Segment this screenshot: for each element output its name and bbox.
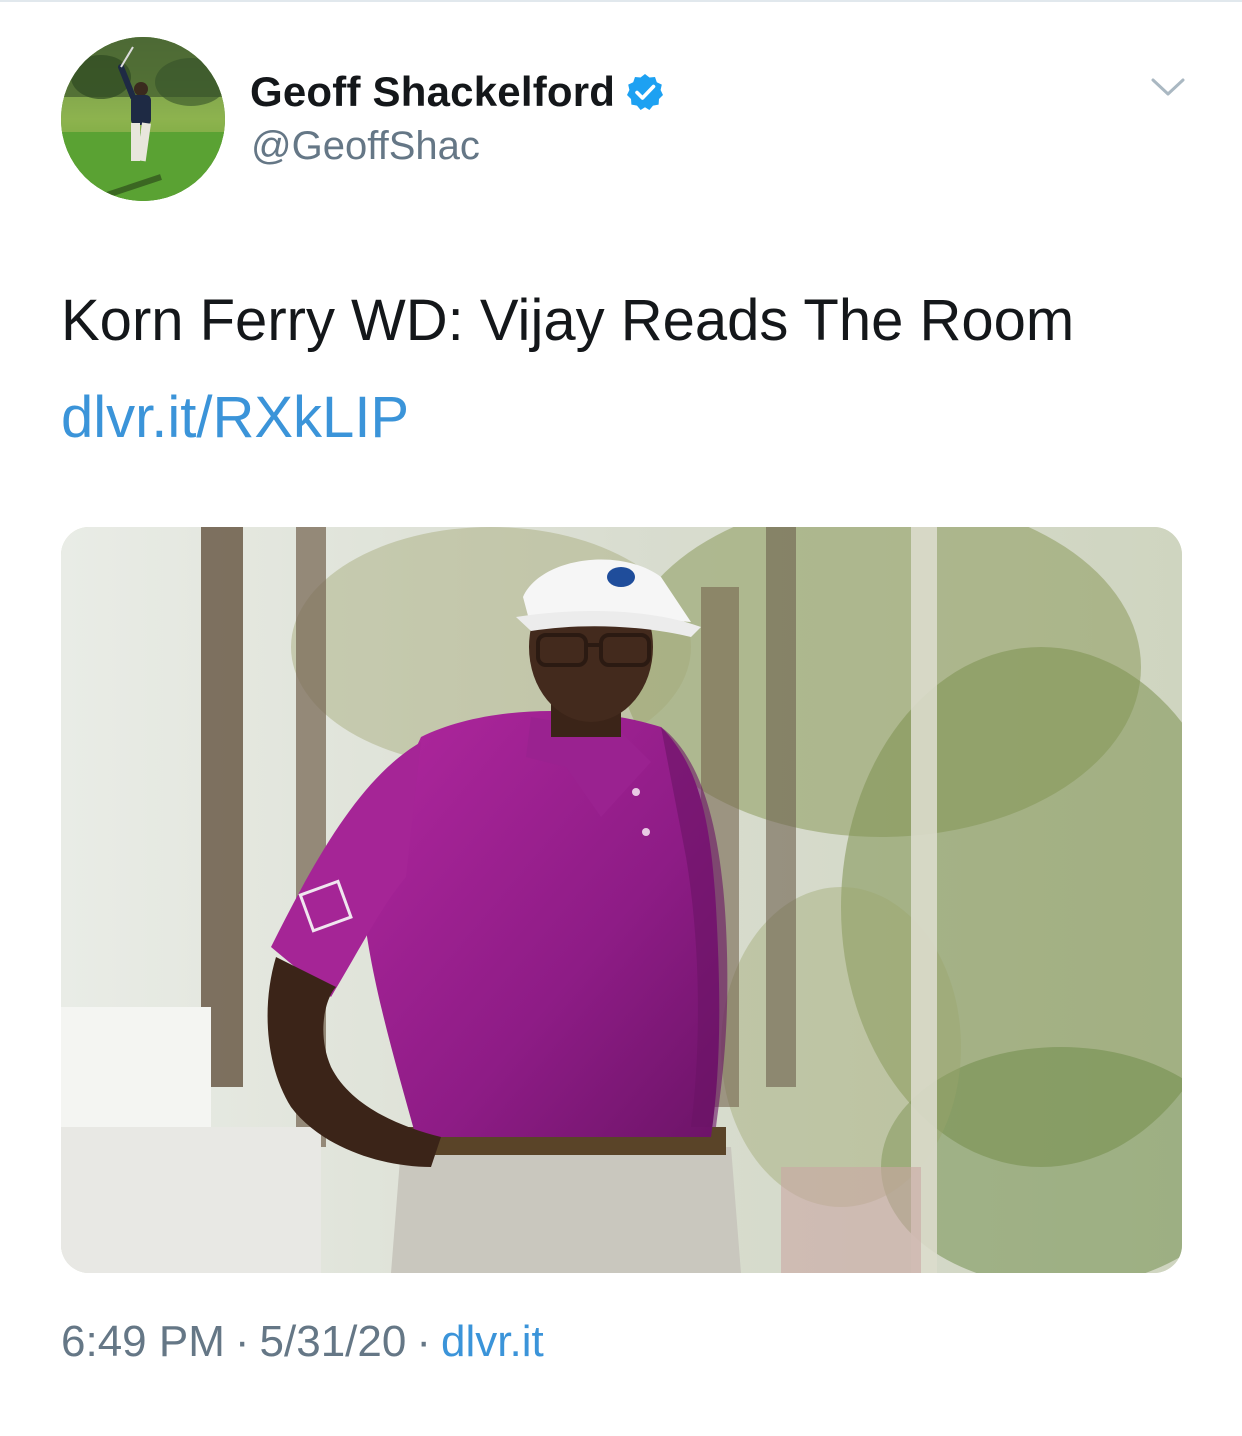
- separator-dot: ·: [234, 1317, 250, 1366]
- tweet-link[interactable]: dlvr.it/RXkLIP: [61, 383, 409, 453]
- tweet-meta: 6:49 PM · 5/31/20 · dlvr.it: [61, 1316, 544, 1368]
- avatar-golfer-image: [61, 37, 225, 201]
- tweet-time: 6:49 PM: [61, 1317, 225, 1366]
- author-handle[interactable]: @GeoffShac: [251, 124, 480, 169]
- tweet-source-link[interactable]: dlvr.it: [441, 1317, 544, 1366]
- tweet-date: 5/31/20: [259, 1317, 407, 1366]
- tweet-text: Korn Ferry WD: Vijay Reads The Room: [61, 288, 1075, 353]
- display-name[interactable]: Geoff Shackelford: [250, 68, 615, 116]
- golfer-photo: [61, 527, 1182, 1273]
- verified-badge-icon: [625, 72, 665, 112]
- separator-dot: ·: [416, 1317, 431, 1366]
- top-divider: [0, 0, 1242, 2]
- tweet-media-photo[interactable]: [61, 527, 1182, 1273]
- author-name-row[interactable]: Geoff Shackelford: [250, 66, 665, 118]
- chevron-down-icon[interactable]: [1150, 76, 1186, 100]
- avatar[interactable]: [61, 37, 225, 201]
